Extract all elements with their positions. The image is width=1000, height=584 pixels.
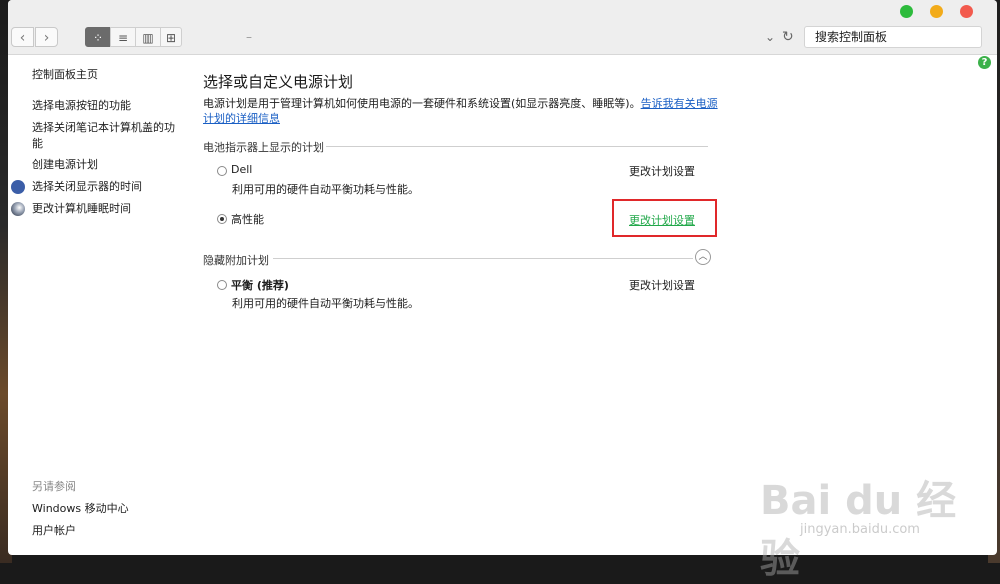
view-cover-flow-button[interactable]: ⊞ [160,27,182,47]
baidu-watermark: Bai du 经验 jingyan.baidu.com [760,450,970,582]
plan-name-balanced[interactable]: 平衡 (推荐) [231,277,289,293]
view-list-button[interactable]: ≡ [110,27,136,47]
plan-name-high-performance[interactable]: 高性能 [231,211,264,227]
task-lid-close-link[interactable]: 选择关闭笔记本计算机盖的功 [32,120,175,136]
help-icon[interactable]: ? [978,56,991,69]
see-also-heading: 另请参阅 [32,480,76,493]
section-divider [326,146,708,147]
page-description: 电源计划是用于管理计算机如何使用电源的一套硬件和系统设置(如显示器亮度、睡眠等)… [203,96,723,126]
chevron-left-icon: ‹ [19,30,26,46]
battery-section-heading: 电池指示器上显示的计划 [203,141,324,154]
page-title: 选择或自定义电源计划 [203,73,354,91]
plan-description-balanced: 利用可用的硬件自动平衡功耗与性能。 [232,297,419,310]
control-panel-home-link[interactable]: 控制面板主页 [32,67,98,83]
title-bar: ‹ › ⁘ ≡ ▥ ⊞ – ⌄ ↻ 搜索控制面板 [8,0,997,55]
task-lid-close-link-cont[interactable]: 能 [32,136,43,152]
forward-button[interactable]: › [35,27,58,47]
user-accounts-link[interactable]: 用户帐户 [32,523,76,539]
chevron-right-icon: › [43,30,50,46]
task-create-plan-link[interactable]: 创建电源计划 [32,157,98,173]
left-pane: 控制面板主页 选择电源按钮的功能 选择关闭笔记本计算机盖的功 能 创建电源计划 … [8,55,188,555]
plan-radio-balanced[interactable] [217,280,227,290]
mobility-center-link[interactable]: Windows 移动中心 [32,501,129,517]
task-power-button-link[interactable]: 选择电源按钮的功能 [32,98,131,114]
moon-icon [11,202,25,216]
back-button[interactable]: ‹ [11,27,34,47]
close-button[interactable] [960,5,973,18]
change-plan-settings-dell-link[interactable]: 更改计划设置 [629,163,695,179]
annotation-highlight-box [612,199,717,237]
minimize-button[interactable] [930,5,943,18]
plan-radio-high-performance[interactable] [217,214,227,224]
maximize-button[interactable] [900,5,913,18]
view-icons-button[interactable]: ⁘ [85,27,111,47]
search-input[interactable]: 搜索控制面板 [804,26,982,48]
hidden-section-divider [273,258,693,259]
plan-description-dell: 利用可用的硬件自动平衡功耗与性能。 [232,183,419,196]
task-sleep-link[interactable]: 更改计算机睡眠时间 [32,201,131,217]
hidden-plans-heading: 隐藏附加计划 [203,254,269,267]
columns-icon: ▥ [142,31,154,45]
change-plan-settings-balanced-link[interactable]: 更改计划设置 [629,277,695,293]
grid-icon: ⁘ [92,31,104,45]
view-columns-button[interactable]: ▥ [135,27,161,47]
plan-radio-dell[interactable] [217,166,227,176]
watermark-url: jingyan.baidu.com [800,522,920,537]
refresh-icon[interactable]: ↻ [782,29,794,45]
display-clock-icon [11,180,25,194]
plan-name-dell[interactable]: Dell [231,163,252,176]
path-separator: – [246,30,252,44]
list-icon: ≡ [117,31,129,45]
task-display-off-link[interactable]: 选择关闭显示器的时间 [32,179,142,195]
chevron-down-icon[interactable]: ⌄ [765,30,775,44]
cover-flow-icon: ⊞ [165,31,177,45]
description-text: 电源计划是用于管理计算机如何使用电源的一套硬件和系统设置(如显示器亮度、睡眠等)… [203,97,641,110]
collapse-chevron-up-icon[interactable]: ︿ [695,249,711,265]
